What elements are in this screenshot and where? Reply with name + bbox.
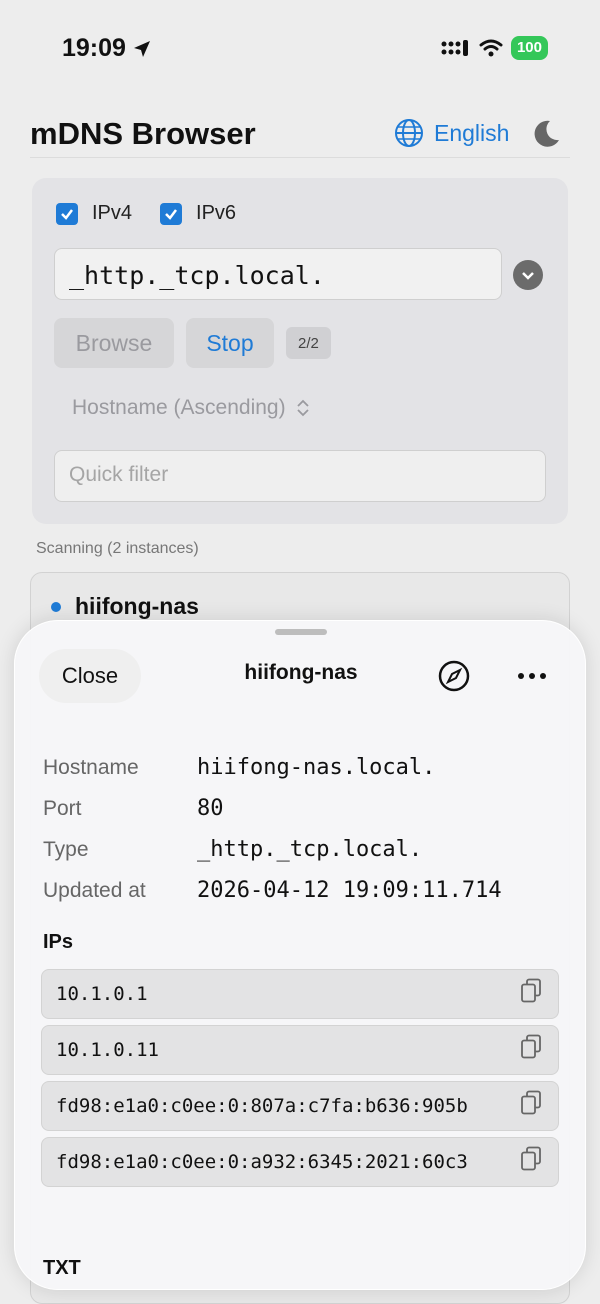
more-button[interactable] [509,653,555,699]
instance-name: hiifong-nas [75,593,199,619]
detail-info: Hostname hiifong-nas.local. Port 80 Type… [43,747,502,911]
ip-address: fd98:e1a0:c0ee:0:807a:c7fa:b636:905b [56,1095,468,1117]
chevron-down-icon [522,272,534,280]
more-icon [518,673,546,679]
divider [30,157,570,158]
globe-icon [395,119,423,147]
ip-address: fd98:e1a0:c0ee:0:a932:6345:2021:60c3 [56,1151,468,1173]
scanning-status: Scanning (2 instances) [36,540,199,557]
stop-button[interactable]: Stop [186,318,274,368]
detail-label: Port [43,796,82,820]
txt-heading: TXT [43,1257,81,1279]
compass-icon [438,660,470,692]
copy-icon [521,978,541,1003]
detail-label: Updated at [43,878,146,902]
controls-card: IPv4 IPv6 _http._tcp.local. Browse Stop … [32,178,568,524]
copy-button[interactable] [520,1090,542,1123]
list-item[interactable]: fd98:e1a0:c0ee:0:807a:c7fa:b636:905b [41,1081,559,1131]
language-button[interactable]: English [394,118,509,148]
close-button[interactable]: Close [39,649,141,703]
copy-button[interactable] [520,1034,542,1067]
ip-list: 10.1.0.1 10.1.0.11 fd98:e1a0:c0ee:0:807a… [41,969,559,1193]
copy-icon [521,1090,541,1115]
quick-filter-input[interactable]: Quick filter [54,450,546,502]
sort-chevron-icon [296,399,309,417]
sheet-grabber[interactable] [275,629,327,635]
clock: 19:09 [62,34,126,62]
ipv4-checkbox[interactable]: IPv4 [56,202,132,225]
instance-title: hiifong-nas [51,593,199,620]
detail-row-hostname: Hostname hiifong-nas.local. [43,747,502,788]
ipv6-label: IPv6 [196,202,237,224]
checkbox-icon [160,202,183,225]
ip-address: 10.1.0.11 [56,1039,159,1061]
moon-icon [534,120,559,147]
action-buttons: Browse Stop 2/2 [54,318,331,368]
copy-icon [521,1034,541,1059]
checkbox-icon [56,202,78,225]
copy-button[interactable] [520,1146,542,1179]
status-bar: 19:09 100 [0,0,600,96]
ipv6-checkbox[interactable]: IPv6 [160,202,236,225]
detail-row-port: Port 80 [43,788,502,829]
browse-button[interactable]: Browse [54,318,174,368]
detail-sheet: Close hiifong-nas Hostname hiifong-nas.l… [14,620,586,1290]
ip-version-options: IPv4 IPv6 [56,202,236,225]
copy-icon [521,1146,541,1171]
language-label: English [434,119,510,146]
detail-value: _http._tcp.local. [197,837,423,862]
wifi-icon [479,39,503,57]
detail-row-type: Type _http._tcp.local. [43,829,502,870]
status-time: 19:09 [62,34,152,63]
detail-value: 80 [197,796,224,821]
dark-mode-toggle[interactable] [530,118,562,155]
detail-value: hiifong-nas.local. [197,755,436,780]
detail-label: Hostname [43,755,139,779]
ip-address: 10.1.0.1 [56,983,148,1005]
service-type-input[interactable]: _http._tcp.local. [54,248,502,300]
sheet-title: hiifong-nas [244,661,358,684]
detail-value: 2026-04-12 19:09:11.714 [197,878,502,903]
detail-row-updated: Updated at 2026-04-12 19:09:11.714 [43,870,502,911]
list-item[interactable]: 10.1.0.11 [41,1025,559,1075]
battery-indicator: 100 [510,36,548,60]
location-arrow-icon [133,40,150,57]
status-dot [51,601,61,612]
ips-heading: IPs [43,931,74,953]
copy-button[interactable] [520,978,542,1011]
sort-picker[interactable]: Hostname (Ascending) [72,396,310,420]
status-indicators: 100 [441,36,548,60]
service-type-dropdown[interactable] [513,260,543,290]
list-item[interactable]: fd98:e1a0:c0ee:0:a932:6345:2021:60c3 [41,1137,559,1187]
ipv4-label: IPv4 [92,202,133,224]
open-browser-button[interactable] [431,653,477,699]
list-item[interactable]: 10.1.0.1 [41,969,559,1019]
page-title: mDNS Browser [30,116,256,151]
sort-label: Hostname (Ascending) [72,396,286,419]
cellular-icon [441,40,468,56]
progress-badge: 2/2 [286,327,331,359]
detail-label: Type [43,837,89,861]
